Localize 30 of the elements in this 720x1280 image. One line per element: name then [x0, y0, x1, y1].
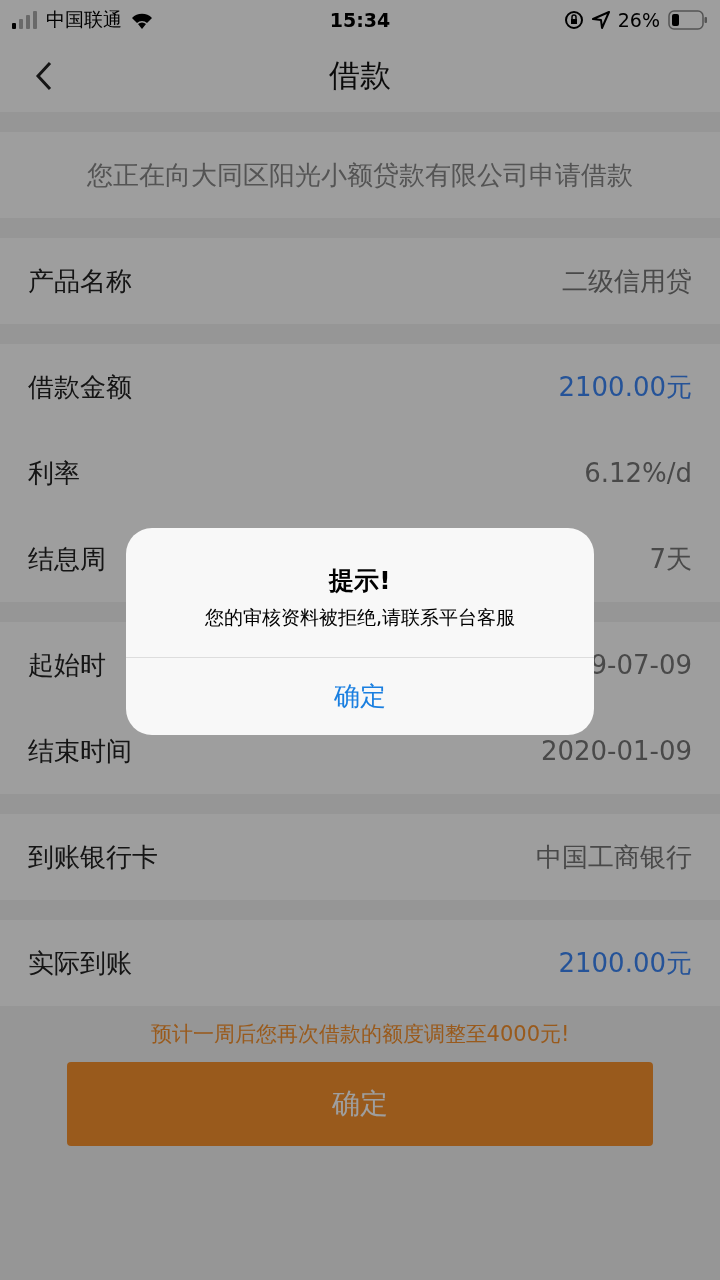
row-value: 2100.00元 [558, 950, 692, 976]
dialog-title: 提示! [327, 565, 392, 597]
battery-percent: 26% [617, 9, 660, 31]
location-arrow-icon [591, 11, 610, 29]
row-label: 借款金额 [28, 374, 132, 400]
carrier-name: 中国联通 [46, 7, 122, 32]
row-value: 2020-01-09 [540, 738, 692, 764]
row-label: 结束时间 [28, 738, 132, 764]
row-label: 实际到账 [28, 950, 132, 976]
row-value: 二级信用贷 [562, 268, 692, 294]
row-label: 利率 [28, 460, 80, 486]
dialog-message: 您的审核资料被拒绝,请联系平台客服 [203, 605, 516, 630]
signal-icon [12, 11, 38, 29]
quota-tip: 预计一周后您再次借款的额度调整至4000元! [149, 1021, 571, 1048]
rotation-lock-icon [563, 10, 584, 30]
row-label: 结息周 [28, 546, 106, 572]
row-label: 起始时 [28, 652, 106, 678]
row-value: 7天 [649, 546, 692, 572]
row-label: 到账银行卡 [28, 844, 158, 870]
confirm-button[interactable]: 确定 [67, 1062, 653, 1146]
row-label: 产品名称 [28, 268, 132, 294]
wifi-icon [130, 11, 154, 29]
notice-text: 您正在向大同区阳光小额贷款有限公司申请借款 [0, 132, 720, 218]
page-title: 借款 [329, 56, 391, 95]
row-value: 中国工商银行 [536, 844, 692, 870]
battery-icon [668, 10, 708, 30]
status-time: 15:34 [329, 9, 391, 31]
dialog-confirm-button[interactable]: 确定 [126, 657, 594, 735]
row-value: 6.12%/d [584, 460, 692, 486]
row-value: 2100.00元 [558, 374, 692, 400]
